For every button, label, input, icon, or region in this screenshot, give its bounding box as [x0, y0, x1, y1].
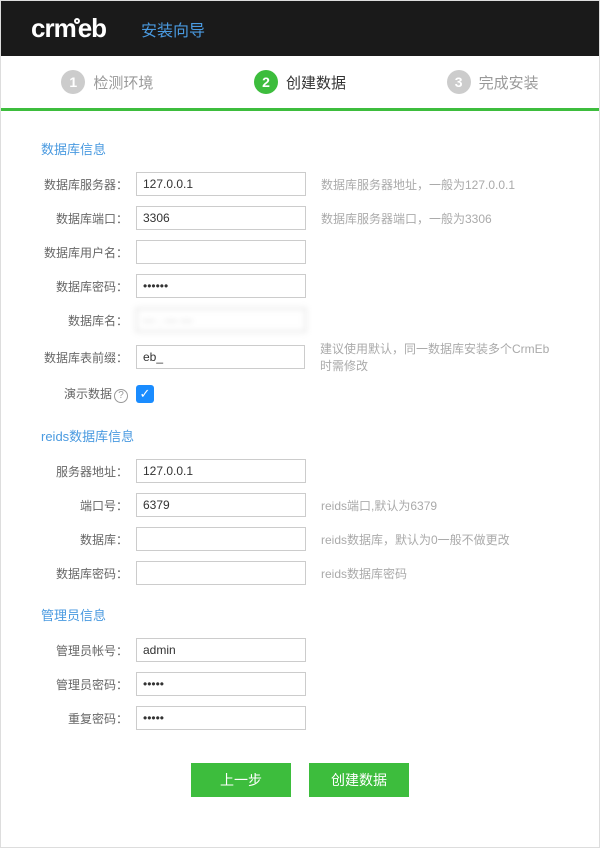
redis-port-input[interactable] — [136, 493, 306, 517]
db-prefix-label: 数据库表前缀： — [41, 349, 136, 366]
step-3: 3 完成安装 — [447, 70, 539, 94]
step-2-label: 创建数据 — [286, 72, 346, 93]
redis-pass-input[interactable] — [136, 561, 306, 585]
prev-button[interactable]: 上一步 — [191, 763, 291, 797]
db-prefix-input[interactable] — [136, 345, 305, 369]
redis-db-input[interactable] — [136, 527, 306, 551]
logo: crmeb — [31, 13, 106, 44]
db-port-hint: 数据库服务器端口，一般为3306 — [321, 210, 492, 227]
db-user-label: 数据库用户名： — [41, 244, 136, 261]
db-name-input[interactable] — [136, 308, 306, 332]
step-3-label: 完成安装 — [479, 72, 539, 93]
step-2-num: 2 — [254, 70, 278, 94]
step-1: 1 检测环境 — [61, 70, 153, 94]
admin-pass-label: 管理员密码： — [41, 676, 136, 693]
redis-pass-label: 数据库密码： — [41, 565, 136, 582]
db-host-label: 数据库服务器： — [41, 176, 136, 193]
admin-pass2-input[interactable] — [136, 706, 306, 730]
db-name-label: 数据库名： — [41, 312, 136, 329]
step-1-num: 1 — [61, 70, 85, 94]
admin-pass-input[interactable] — [136, 672, 306, 696]
redis-db-hint: reids数据库，默认为0一般不做更改 — [321, 531, 510, 548]
db-port-label: 数据库端口： — [41, 210, 136, 227]
redis-pass-hint: reids数据库密码 — [321, 565, 407, 582]
step-3-num: 3 — [447, 70, 471, 94]
redis-port-hint: reids端口,默认为6379 — [321, 497, 437, 514]
db-user-input[interactable] — [136, 240, 306, 264]
steps-bar: 1 检测环境 2 创建数据 3 完成安装 — [1, 56, 599, 111]
db-pass-label: 数据库密码： — [41, 278, 136, 295]
help-icon[interactable]: ? — [114, 389, 128, 403]
redis-port-label: 端口号： — [41, 497, 136, 514]
db-prefix-hint: 建议使用默认，同一数据库安装多个CrmEb时需修改 — [320, 340, 559, 374]
db-host-input[interactable] — [136, 172, 306, 196]
redis-section-title: reids数据库信息 — [41, 426, 559, 445]
db-section-title: 数据库信息 — [41, 139, 559, 158]
step-1-label: 检测环境 — [93, 72, 153, 93]
db-demo-checkbox[interactable]: ✓ — [136, 385, 154, 403]
create-button[interactable]: 创建数据 — [309, 763, 409, 797]
db-host-hint: 数据库服务器地址，一般为127.0.0.1 — [321, 176, 515, 193]
step-2: 2 创建数据 — [254, 70, 346, 94]
admin-user-input[interactable] — [136, 638, 306, 662]
redis-host-input[interactable] — [136, 459, 306, 483]
header-title: 安装向导 — [141, 17, 205, 41]
db-pass-input[interactable] — [136, 274, 306, 298]
header: crmeb 安装向导 — [1, 1, 599, 56]
db-demo-label: 演示数据? — [41, 385, 136, 403]
redis-host-label: 服务器地址： — [41, 463, 136, 480]
admin-user-label: 管理员帐号： — [41, 642, 136, 659]
admin-pass2-label: 重复密码： — [41, 710, 136, 727]
db-port-input[interactable] — [136, 206, 306, 230]
admin-section-title: 管理员信息 — [41, 605, 559, 624]
redis-db-label: 数据库： — [41, 531, 136, 548]
